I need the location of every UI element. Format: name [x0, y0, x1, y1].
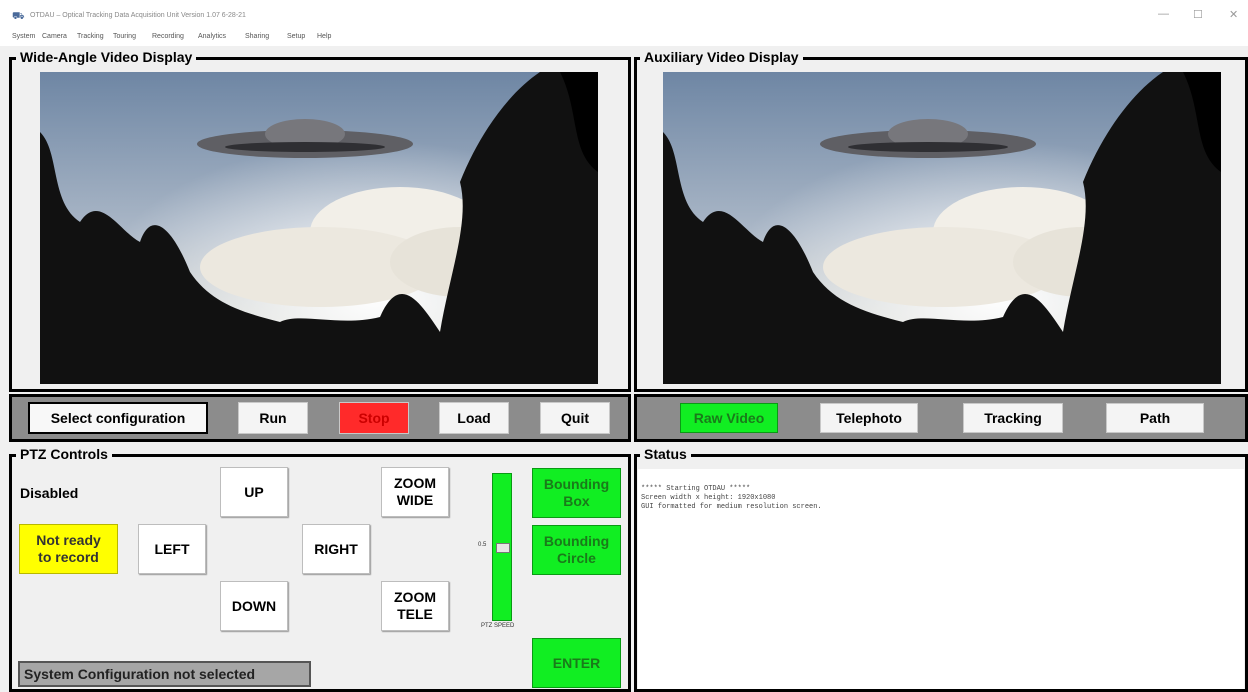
auxiliary-video — [663, 72, 1221, 384]
maximize-icon[interactable]: ☐ — [1193, 8, 1203, 21]
load-button[interactable]: Load — [439, 402, 509, 434]
auxiliary-title: Auxiliary Video Display — [640, 49, 803, 65]
app-icon: ⛟ — [12, 11, 25, 22]
menu-sharing[interactable]: Sharing — [245, 33, 269, 40]
close-icon[interactable]: ✕ — [1229, 8, 1238, 21]
zoom-wide-button[interactable]: ZOOM WIDE — [381, 467, 449, 517]
status-title: Status — [640, 446, 691, 462]
tracking-button[interactable]: Tracking — [963, 403, 1063, 433]
bounding-circle-button[interactable]: Bounding Circle — [532, 525, 621, 575]
ptz-up-button[interactable]: UP — [220, 467, 288, 517]
wide-angle-title: Wide-Angle Video Display — [16, 49, 197, 65]
menu-tracking[interactable]: Tracking — [77, 33, 104, 40]
ptz-right-button[interactable]: RIGHT — [302, 524, 370, 574]
ptz-down-button[interactable]: DOWN — [220, 581, 288, 631]
raw-video-button[interactable]: Raw Video — [680, 403, 778, 433]
stop-button[interactable]: Stop — [339, 402, 409, 434]
telephoto-button[interactable]: Telephoto — [820, 403, 918, 433]
wide-angle-video — [40, 72, 598, 384]
ptz-speed-label: PTZ SPEED — [481, 623, 515, 629]
path-button[interactable]: Path — [1106, 403, 1204, 433]
ptz-speed-slider[interactable] — [492, 473, 512, 621]
menu-touring[interactable]: Touring — [113, 33, 136, 40]
minimize-icon[interactable]: — — [1158, 8, 1169, 20]
menu-bar: System Camera Tracking Touring Recording… — [0, 30, 1248, 46]
enter-button[interactable]: ENTER — [532, 638, 621, 688]
select-configuration-button[interactable]: Select configuration — [28, 402, 208, 434]
record-status-indicator: Not ready to record — [19, 524, 118, 574]
status-log-text: ***** Starting OTDAU ***** Screen width … — [641, 485, 822, 511]
ptz-title: PTZ Controls — [16, 446, 112, 462]
menu-help[interactable]: Help — [317, 33, 331, 40]
config-status-label: System Configuration not selected — [18, 661, 311, 687]
menu-system[interactable]: System — [12, 33, 35, 40]
menu-recording[interactable]: Recording — [152, 33, 184, 40]
menu-analytics[interactable]: Analytics — [198, 33, 226, 40]
ptz-left-button[interactable]: LEFT — [138, 524, 206, 574]
ptz-speed-value: 0.5 — [478, 542, 487, 548]
menu-camera[interactable]: Camera — [42, 33, 67, 40]
zoom-tele-button[interactable]: ZOOM TELE — [381, 581, 449, 631]
run-button[interactable]: Run — [238, 402, 308, 434]
window-title: OTDAU – Optical Tracking Data Acquisitio… — [30, 12, 246, 19]
quit-button[interactable]: Quit — [540, 402, 610, 434]
slider-thumb[interactable] — [496, 543, 510, 553]
ptz-state-label: Disabled — [20, 485, 79, 501]
menu-setup[interactable]: Setup — [287, 33, 305, 40]
bounding-box-button[interactable]: Bounding Box — [532, 468, 621, 518]
